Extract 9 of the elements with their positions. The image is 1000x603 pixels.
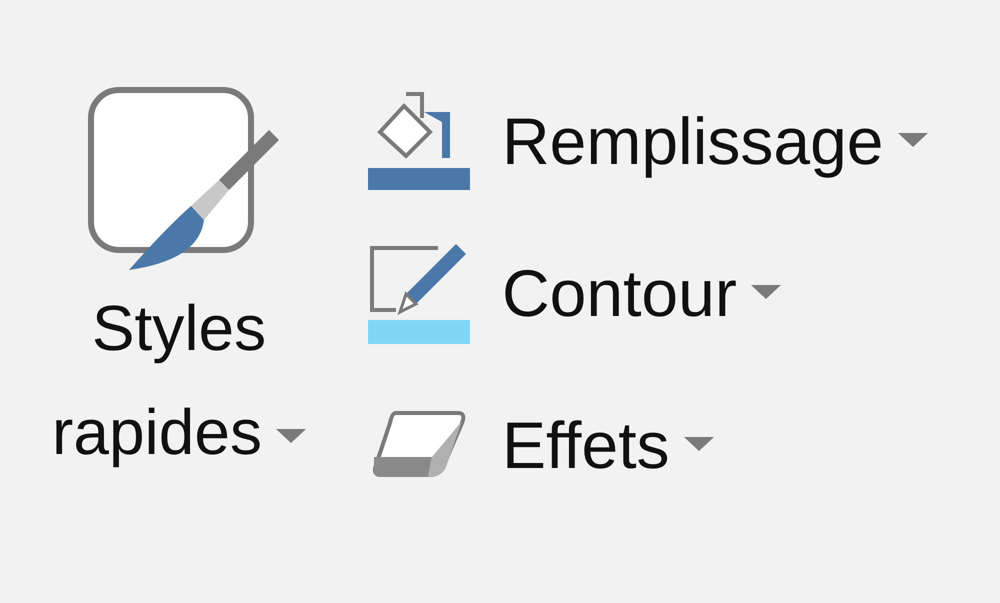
caret-icon <box>750 285 781 301</box>
quick-styles-button[interactable]: Styles rapides <box>26 80 332 506</box>
quick-styles-label: Styles rapides <box>26 276 332 484</box>
outline-button[interactable]: Contour <box>366 232 928 354</box>
caret-icon <box>684 437 714 453</box>
caret-icon <box>276 429 306 446</box>
effects-button[interactable]: Effets <box>366 384 928 506</box>
fill-button[interactable]: Remplissage <box>366 80 928 202</box>
caret-icon <box>898 133 928 149</box>
